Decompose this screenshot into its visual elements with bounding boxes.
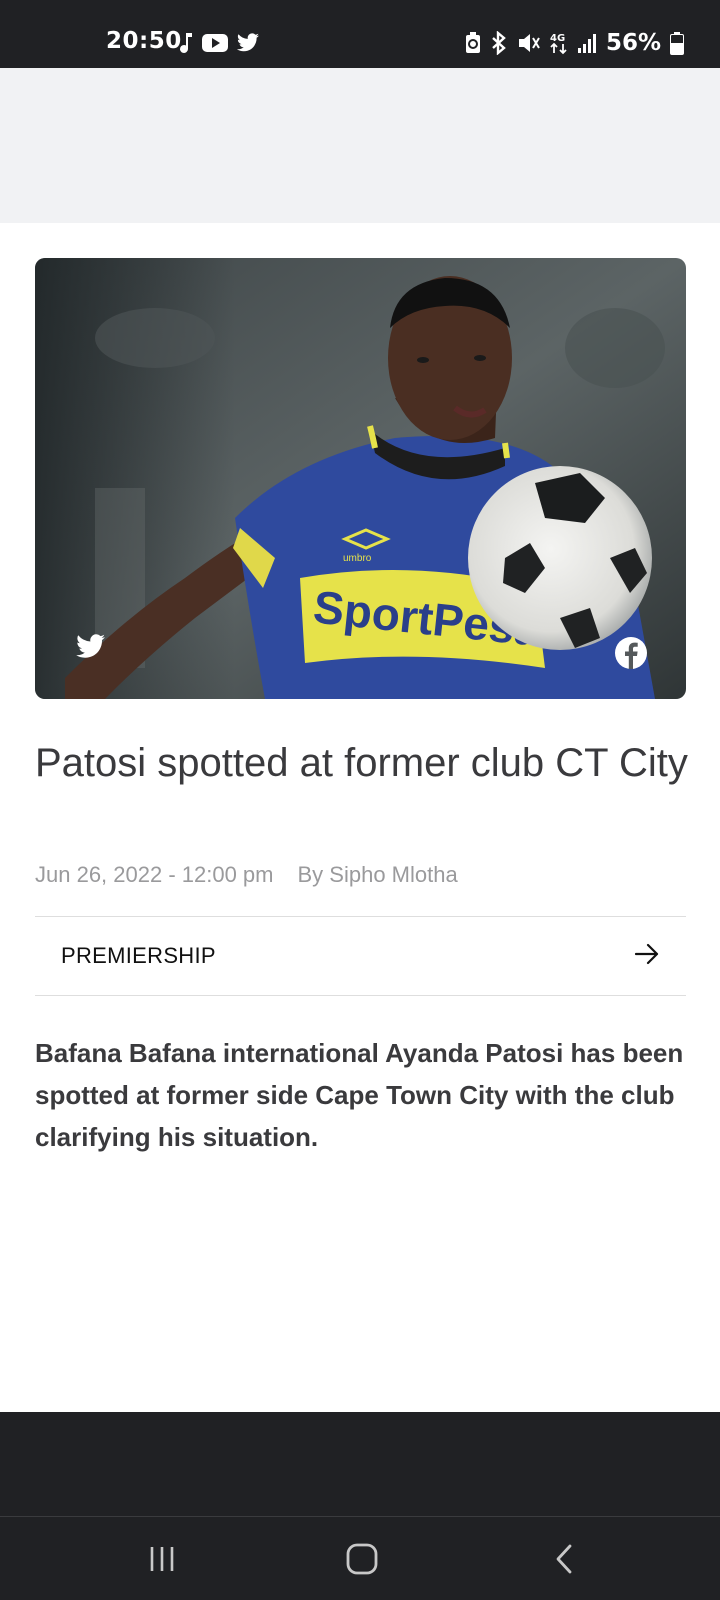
category-label: PREMIERSHIP <box>61 943 216 968</box>
article-date: Jun 26, 2022 - 12:00 pm <box>35 862 274 887</box>
signal-icon <box>577 32 597 54</box>
recent-apps-button[interactable] <box>102 1517 222 1600</box>
youtube-icon <box>202 33 228 53</box>
battery-icon <box>670 31 684 55</box>
home-icon <box>346 1543 378 1575</box>
music-note-icon <box>178 31 194 55</box>
home-button[interactable] <box>302 1517 422 1600</box>
svg-text:4G: 4G <box>550 33 565 44</box>
recent-apps-icon <box>150 1547 174 1571</box>
battery-saver-icon <box>465 32 481 54</box>
article-author[interactable]: By Sipho Mlotha <box>298 862 458 888</box>
battery-percentage: 56% <box>605 30 661 56</box>
hero-image[interactable]: SportPesa umbro <box>35 258 686 699</box>
article-intro: Bafana Bafana international Ayanda Patos… <box>35 1038 684 1152</box>
4g-data-icon: 4G <box>550 31 568 55</box>
twitter-icon <box>236 33 260 53</box>
player-photo: SportPesa umbro <box>35 258 686 699</box>
notification-icons <box>178 30 260 56</box>
ad-banner-placeholder <box>0 68 720 223</box>
divider-bottom <box>35 995 686 996</box>
facebook-share-icon[interactable] <box>615 637 647 669</box>
jersey-brand-text: umbro <box>343 553 372 564</box>
back-button[interactable] <box>504 1517 624 1600</box>
article-meta: Jun 26, 2022 - 12:00 pm By Sipho Mlotha <box>35 862 458 888</box>
bottom-ad-banner <box>0 1412 720 1516</box>
status-time: 20:50 <box>106 28 182 54</box>
category-link[interactable]: PREMIERSHIP <box>35 917 686 995</box>
arrow-right-icon <box>634 943 660 970</box>
mute-icon <box>517 32 541 54</box>
back-icon <box>556 1544 572 1574</box>
system-status-icons: 4G 56% <box>465 28 684 58</box>
system-navigation-bar <box>0 1516 720 1600</box>
article-headline: Patosi spotted at former club CT City <box>35 741 688 785</box>
status-bar: 20:50 4G 56% <box>0 0 720 68</box>
bluetooth-icon <box>490 31 508 55</box>
